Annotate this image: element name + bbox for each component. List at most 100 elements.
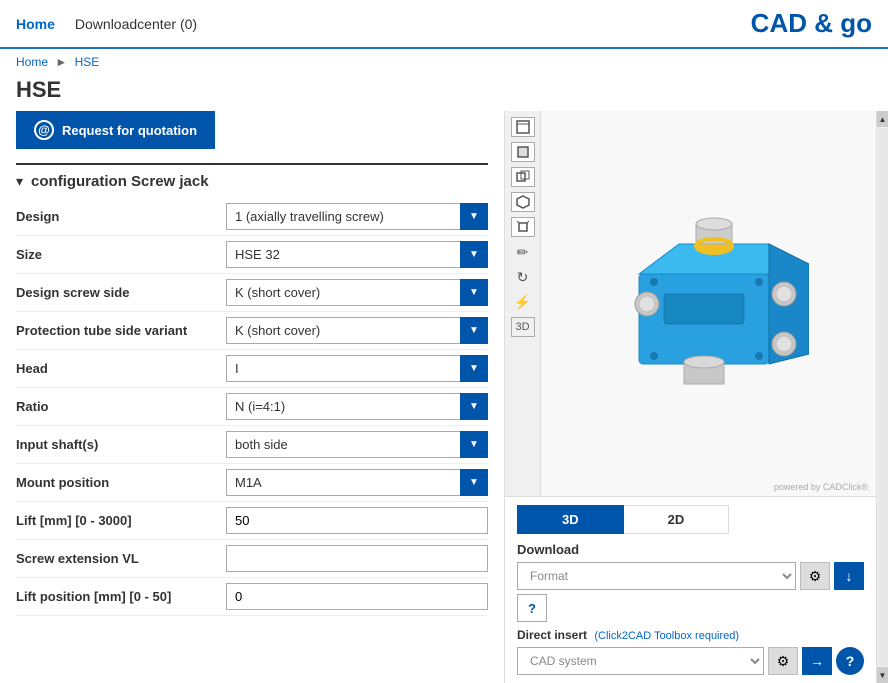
breadcrumb-home[interactable]: Home [16, 55, 48, 69]
scrollbar[interactable]: ▲ ▼ [876, 111, 888, 683]
nav-download[interactable]: Downloadcenter (0) [75, 16, 197, 32]
form-row-mount: Mount position M1A ▼ [16, 464, 488, 502]
cad-controls: 3D 2D Download Format Format ⚙ ↓ [505, 496, 876, 683]
download-button[interactable]: ↓ [834, 562, 864, 590]
header: Home Downloadcenter (0) CAD & go [0, 0, 888, 49]
download-row: Format Format ⚙ ↓ [517, 562, 864, 590]
cad-model-svg [609, 214, 809, 394]
download-help-button[interactable]: ? [517, 594, 547, 622]
header-logo: CAD & go [751, 8, 872, 39]
label-lift-pos: Lift position [mm] [0 - 50] [16, 589, 226, 604]
help-circle-icon: ? [846, 653, 855, 669]
form-row-head: Head I ▼ [16, 350, 488, 388]
label-mount: Mount position [16, 475, 226, 490]
label-lift: Lift [mm] [0 - 3000] [16, 513, 226, 528]
select-protection[interactable]: K (short cover) [226, 317, 488, 344]
direct-insert-label: Direct insert (Click2CAD Toolbox require… [517, 628, 864, 642]
breadcrumb: Home ► HSE [0, 49, 888, 75]
tool-top[interactable] [511, 217, 535, 237]
config-collapse-arrow: ▾ [16, 173, 23, 190]
control-input-shaft: both side ▼ [226, 431, 488, 458]
format-select[interactable]: Format [517, 562, 796, 590]
tool-rotate[interactable]: ↻ [511, 267, 535, 287]
tool-box[interactable] [511, 117, 535, 137]
label-input-shaft: Input shaft(s) [16, 437, 226, 452]
cad-watermark: powered by CADClick® [774, 482, 868, 492]
control-design: 1 (axially travelling screw) ▼ [226, 203, 488, 230]
gear-icon: ⚙ [809, 568, 822, 585]
tool-iso[interactable] [511, 192, 535, 212]
tool-pencil[interactable]: ✏ [511, 242, 535, 262]
tool-front[interactable] [511, 142, 535, 162]
tool-side[interactable] [511, 167, 535, 187]
control-mount: M1A ▼ [226, 469, 488, 496]
select-head[interactable]: I [226, 355, 488, 382]
request-button[interactable]: @ Request for quotation [16, 111, 215, 149]
tool-lightning[interactable]: ⚡ [511, 292, 535, 312]
direct-insert-text: Direct insert [517, 628, 587, 642]
left-panel: @ Request for quotation ▾ configuration … [0, 111, 505, 683]
cad-system-select[interactable]: CAD system [517, 647, 764, 675]
request-button-label: Request for quotation [62, 123, 197, 138]
select-ratio[interactable]: N (i=4:1) [226, 393, 488, 420]
select-design[interactable]: 1 (axially travelling screw) [226, 203, 488, 230]
direct-insert-section: Direct insert (Click2CAD Toolbox require… [517, 628, 864, 675]
tab-3d[interactable]: 3D [517, 505, 624, 534]
form-row-protection: Protection tube side variant K (short co… [16, 312, 488, 350]
scroll-up[interactable]: ▲ [877, 111, 888, 127]
cad-toolbar: ✏ ↻ ⚡ 3D [505, 111, 541, 496]
label-head: Head [16, 361, 226, 376]
label-screw-ext: Screw extension VL [16, 551, 226, 566]
select-input-shaft[interactable]: both side [226, 431, 488, 458]
scroll-down[interactable]: ▼ [877, 667, 888, 683]
input-lift[interactable] [226, 507, 488, 534]
label-ratio: Ratio [16, 399, 226, 414]
cad-gear-button[interactable]: ⚙ [768, 647, 798, 675]
tool-3d-view[interactable]: 3D [511, 317, 535, 337]
config-section-title: configuration Screw jack [31, 173, 209, 190]
control-screw-side: K (short cover) ▼ [226, 279, 488, 306]
breadcrumb-separator: ► [55, 55, 67, 69]
control-ratio: N (i=4:1) ▼ [226, 393, 488, 420]
cad-viewer: ✏ ↻ ⚡ 3D [505, 111, 876, 496]
config-section: ▾ configuration Screw jack Design 1 (axi… [16, 163, 488, 616]
label-size: Size [16, 247, 226, 262]
form-row-screw-side: Design screw side K (short cover) ▼ [16, 274, 488, 312]
click2cad-link[interactable]: (Click2CAD Toolbox required) [594, 630, 739, 642]
form-row-size: Size HSE 32 ▼ [16, 236, 488, 274]
control-protection: K (short cover) ▼ [226, 317, 488, 344]
main-layout: @ Request for quotation ▾ configuration … [0, 111, 888, 683]
right-panel: ✏ ↻ ⚡ 3D [505, 111, 876, 683]
label-protection: Protection tube side variant [16, 323, 226, 338]
control-lift-pos [226, 583, 488, 610]
at-icon: @ [34, 120, 54, 140]
input-screw-ext[interactable] [226, 545, 488, 572]
control-lift [226, 507, 488, 534]
config-header[interactable]: ▾ configuration Screw jack [16, 165, 488, 198]
arrow-right-icon: → [810, 653, 824, 669]
label-design: Design [16, 209, 226, 224]
control-size: HSE 32 ▼ [226, 241, 488, 268]
nav-home[interactable]: Home [16, 16, 55, 32]
gear-button[interactable]: ⚙ [800, 562, 830, 590]
tab-2d[interactable]: 2D [624, 505, 730, 534]
help-row: ? [517, 594, 864, 622]
help-icon: ? [528, 601, 536, 616]
page-title: HSE [0, 75, 888, 111]
select-screw-side[interactable]: K (short cover) [226, 279, 488, 306]
insert-arrow-button[interactable]: → [802, 647, 832, 675]
select-size[interactable]: HSE 32 [226, 241, 488, 268]
form-row-ratio: Ratio N (i=4:1) ▼ [16, 388, 488, 426]
form-row-lift-pos: Lift position [mm] [0 - 50] [16, 578, 488, 616]
gear-icon-2: ⚙ [777, 653, 790, 670]
view-tabs: 3D 2D [517, 505, 864, 534]
cad-image-area: powered by CADClick® [541, 111, 876, 496]
label-screw-side: Design screw side [16, 285, 226, 300]
breadcrumb-current[interactable]: HSE [75, 55, 100, 69]
insert-help-button[interactable]: ? [836, 647, 864, 675]
download-icon: ↓ [846, 568, 853, 584]
select-mount[interactable]: M1A [226, 469, 488, 496]
scroll-track [878, 128, 888, 666]
direct-insert-row: CAD system ⚙ → ? [517, 647, 864, 675]
input-lift-pos[interactable] [226, 583, 488, 610]
